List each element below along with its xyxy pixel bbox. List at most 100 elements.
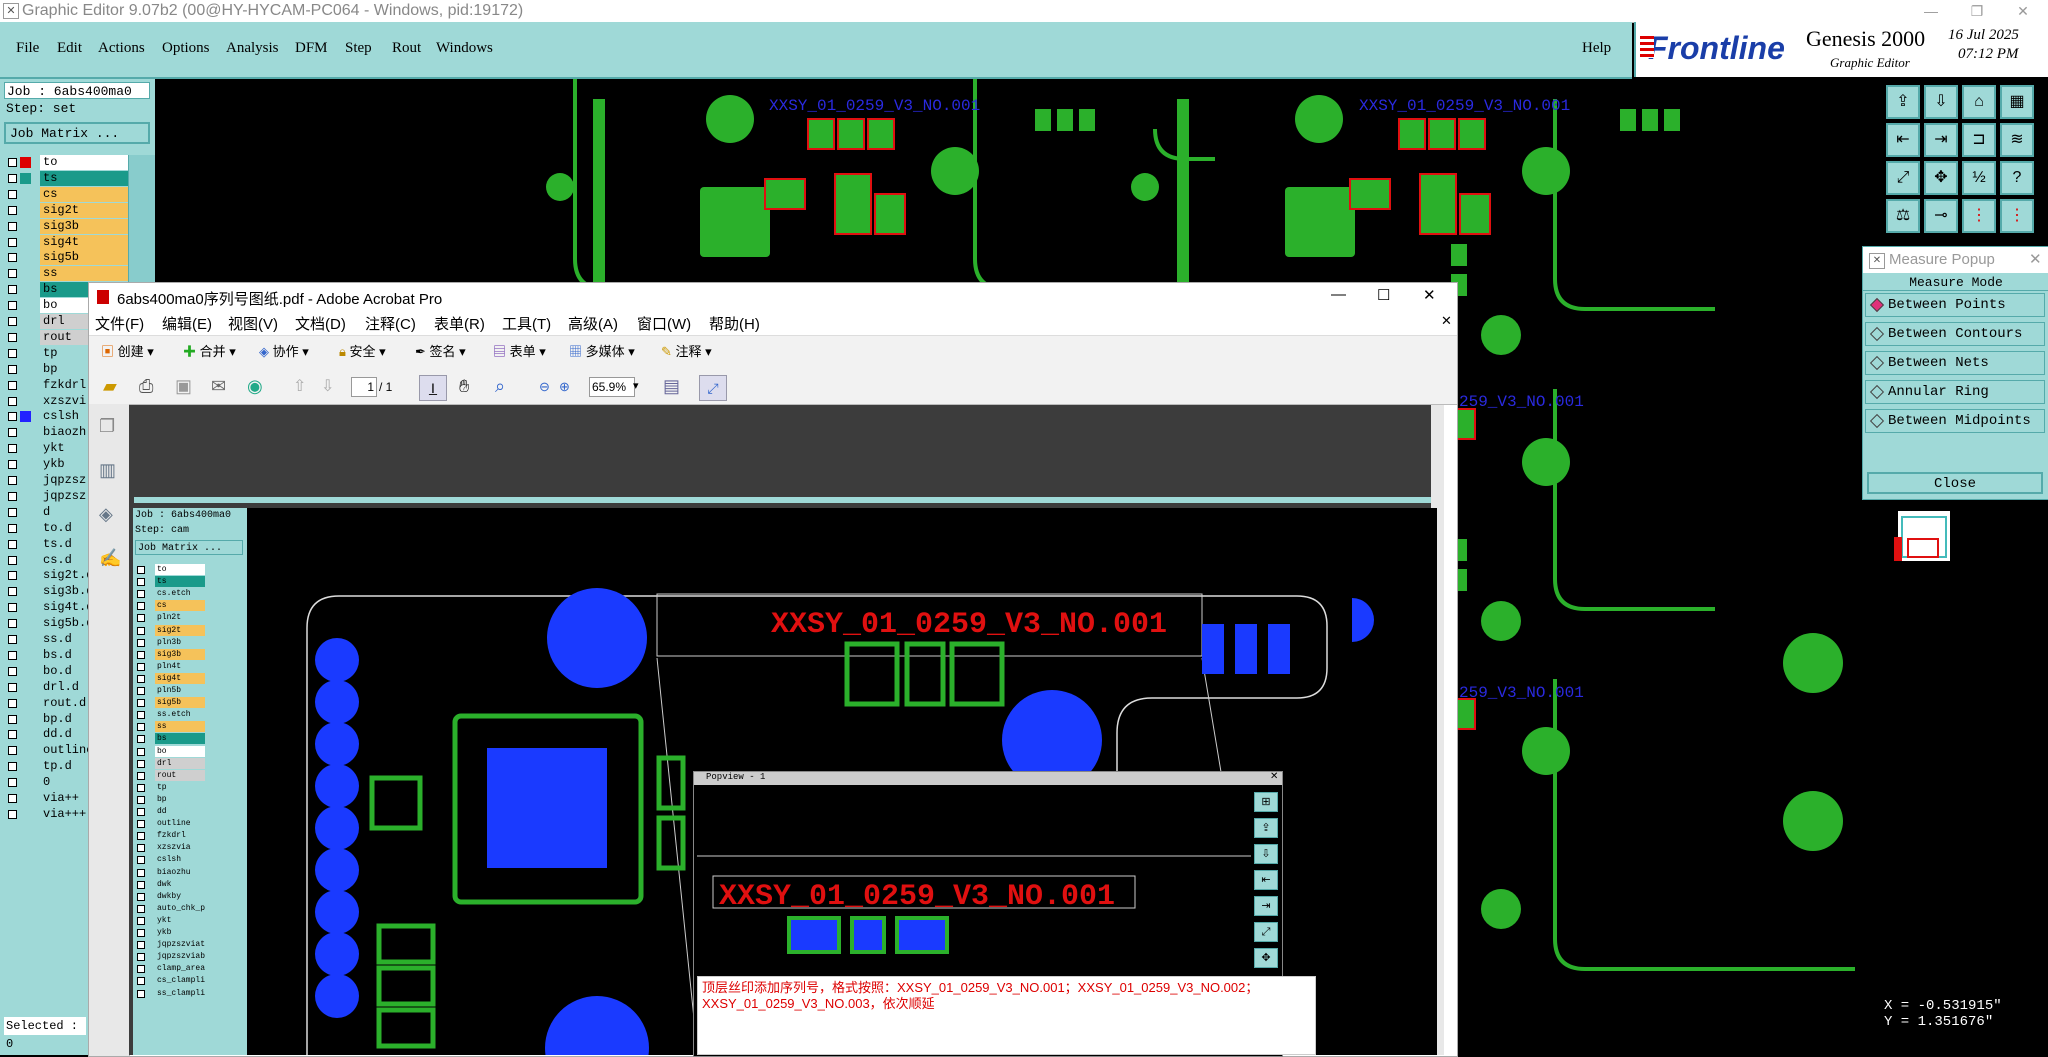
layer-row[interactable]: ss (8, 266, 132, 282)
layer-row[interactable]: sig4t (8, 234, 132, 250)
acrobat-menu-help[interactable]: 帮助(H) (709, 313, 760, 334)
layer-checkbox[interactable] (8, 730, 17, 740)
layer-checkbox[interactable] (8, 682, 17, 692)
acrobat-menu-window[interactable]: 窗口(W) (637, 313, 691, 334)
layer-checkbox[interactable] (8, 762, 17, 772)
layer-checkbox[interactable] (8, 396, 17, 406)
layers-icon[interactable]: ≋ (2000, 123, 2034, 157)
zoom-in-icon[interactable]: ⇩ (1924, 85, 1958, 119)
close-button[interactable]: ✕ (2000, 0, 2046, 22)
menu-step[interactable]: Step (345, 40, 372, 57)
layer-checkbox[interactable] (8, 587, 17, 597)
hand-tool-icon[interactable]: ✋︎ (459, 376, 469, 397)
page-number-input[interactable] (351, 377, 377, 397)
layer-checkbox[interactable] (8, 491, 17, 501)
grid-icon[interactable]: ▦ (2000, 85, 2034, 119)
layer-checkbox[interactable] (8, 619, 17, 629)
layer-checkbox[interactable] (8, 412, 17, 422)
layer-row[interactable]: sig5b (8, 250, 132, 266)
layer-checkbox[interactable] (8, 221, 17, 231)
acrobat-menu-tools[interactable]: 工具(T) (502, 313, 551, 334)
layer-checkbox[interactable] (8, 714, 17, 724)
layer-checkbox[interactable] (8, 317, 17, 326)
select-tool-icon[interactable]: I̲ (419, 375, 447, 401)
acrobat-menu-edit[interactable]: 编辑(E) (162, 313, 212, 334)
measure-close-button[interactable]: Close (1867, 472, 2043, 494)
create-button[interactable]: ▣ 创建 ▾ (101, 341, 154, 360)
layer-checkbox[interactable] (8, 571, 17, 581)
layer-checkbox[interactable] (8, 237, 17, 247)
menu-actions[interactable]: Actions (98, 40, 145, 57)
layer-checkbox[interactable] (8, 603, 17, 613)
menu-file[interactable]: File (16, 40, 39, 57)
layer-checkbox[interactable] (8, 809, 17, 819)
menu-options[interactable]: Options (162, 40, 210, 57)
signatures-panel-icon[interactable]: ✍ (99, 548, 121, 569)
acrobat-minimize-button[interactable]: — (1331, 286, 1346, 303)
home-icon[interactable]: ⌂ (1962, 85, 1996, 119)
layer-checkbox[interactable] (8, 173, 17, 183)
pages-panel-icon[interactable]: ❐ (99, 416, 115, 437)
layer-checkbox[interactable] (8, 285, 17, 295)
attachments-panel-icon[interactable]: ▥ (99, 460, 116, 481)
acrobat-menu-forms[interactable]: 表单(R) (434, 313, 485, 334)
layer-checkbox[interactable] (8, 205, 17, 215)
layer-checkbox[interactable] (8, 253, 17, 263)
layer-checkbox[interactable] (8, 364, 17, 374)
measure-annular-ring[interactable]: Annular Ring (1865, 380, 2045, 404)
zoom-tool-icon[interactable]: ⌕ (495, 376, 505, 397)
help-icon[interactable]: ? (2000, 161, 2034, 195)
acrobat-maximize-button[interactable]: ☐ (1377, 286, 1390, 304)
zoom-level-input[interactable] (589, 377, 635, 397)
layer-row[interactable]: sig2t (8, 202, 132, 218)
job-matrix-button[interactable]: Job Matrix ... (4, 122, 150, 144)
layer-checkbox[interactable] (8, 666, 17, 676)
layer-checkbox[interactable] (8, 746, 17, 756)
center-icon[interactable]: ✥ (1924, 161, 1958, 195)
net-icon[interactable]: ⋮ (1962, 199, 1996, 233)
layer-row[interactable]: ts (8, 170, 132, 186)
measure-between-midpoints[interactable]: Between Midpoints (1865, 409, 2045, 433)
zoom-out-icon[interactable]: ⊖ (539, 379, 550, 395)
mini-map[interactable] (1884, 499, 2048, 609)
menu-help[interactable]: Help (1582, 40, 1611, 57)
layer-checkbox[interactable] (8, 460, 17, 470)
combine-button[interactable]: ✚ 合并 ▾ (183, 341, 236, 360)
menu-rout[interactable]: Rout (392, 40, 421, 57)
page-down-icon[interactable]: ⇩ (321, 376, 334, 396)
half-scale-icon[interactable]: ½ (1962, 161, 1996, 195)
acrobat-menu-comments[interactable]: 注释(C) (365, 313, 416, 334)
layer-checkbox[interactable] (8, 428, 17, 438)
layer-row[interactable]: sig3b (8, 218, 132, 234)
zoom-dropdown-icon[interactable]: ▾ (633, 379, 639, 392)
measure-between-contours[interactable]: Between Contours (1865, 322, 2045, 346)
restore-button[interactable]: ❐ (1954, 0, 2000, 22)
secure-button[interactable]: 🔒︎ 安全 ▾ (339, 341, 386, 360)
zoom-in-icon[interactable]: ⊕ (559, 379, 570, 395)
zoom-home-icon[interactable]: ⇪ (1886, 85, 1920, 119)
collaborate-button[interactable]: ◈ 协作 ▾ (259, 341, 309, 360)
fit-width-icon[interactable]: ⤢ (699, 375, 727, 401)
layer-checkbox[interactable] (8, 444, 17, 454)
sign-button[interactable]: ✒ 签名 ▾ (415, 341, 466, 360)
layer-checkbox[interactable] (8, 507, 17, 517)
layer-checkbox[interactable] (8, 301, 17, 311)
print-icon[interactable]: ⎙ (139, 376, 153, 397)
acrobat-close-button[interactable]: ✕ (1423, 286, 1436, 304)
save-icon[interactable]: ▣ (175, 376, 192, 397)
probe-icon[interactable]: ⊸ (1924, 199, 1958, 233)
snap-icon[interactable]: ⊐ (1962, 123, 1996, 157)
menu-edit[interactable]: Edit (57, 40, 82, 57)
minimize-button[interactable]: — (1908, 0, 1954, 22)
layer-checkbox[interactable] (8, 380, 17, 390)
measure-close-icon[interactable]: ✕ (2029, 250, 2042, 268)
open-icon[interactable]: ▰ (103, 376, 117, 397)
pan-right-icon[interactable]: ⇥ (1924, 123, 1958, 157)
forms-button[interactable]: ▤ 表单 ▾ (493, 341, 546, 360)
menu-analysis[interactable]: Analysis (226, 40, 279, 57)
web-icon[interactable]: ◉ (247, 376, 263, 397)
email-icon[interactable]: ✉ (211, 376, 226, 397)
layer-checkbox[interactable] (8, 698, 17, 708)
layer-checkbox[interactable] (8, 555, 17, 565)
layer-checkbox[interactable] (8, 348, 17, 358)
